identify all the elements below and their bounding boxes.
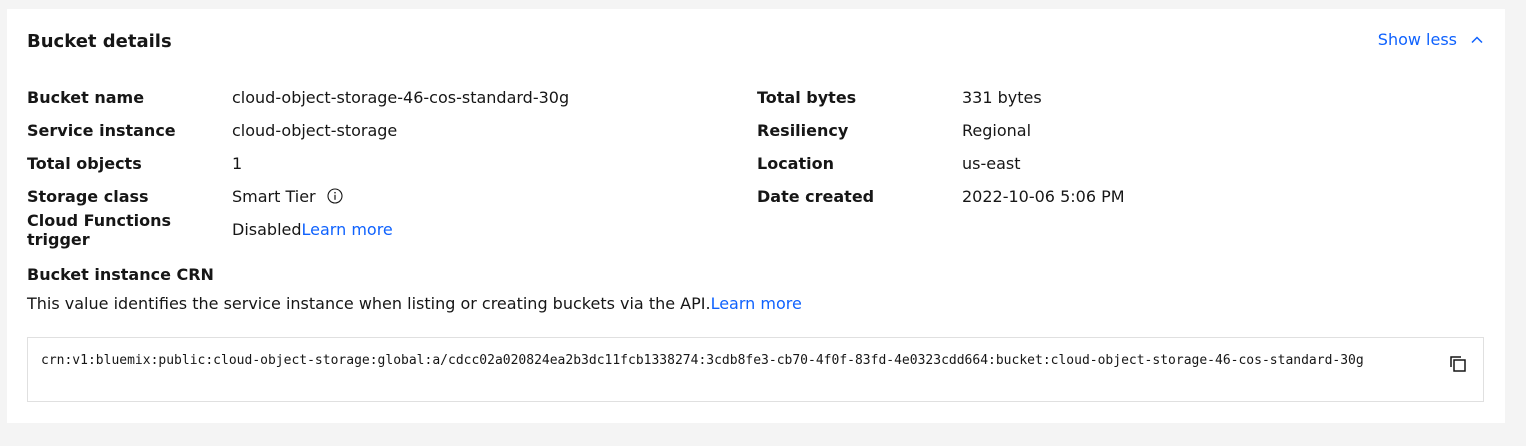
detail-row-resiliency: Resiliency Regional xyxy=(757,114,1125,147)
detail-row-date-created: Date created 2022-10-06 5:06 PM xyxy=(757,180,1125,213)
info-icon[interactable] xyxy=(327,188,343,204)
detail-value: 1 xyxy=(232,154,243,173)
chevron-up-icon[interactable] xyxy=(1469,32,1485,48)
crn-title: Bucket instance CRN xyxy=(27,265,214,284)
detail-value: cloud-object-storage xyxy=(232,121,398,140)
panel-title: Bucket details xyxy=(27,31,172,52)
detail-label: Location xyxy=(757,154,834,173)
detail-value: us-east xyxy=(962,154,1021,173)
detail-label: Total objects xyxy=(27,154,142,173)
trigger-learn-more-link[interactable]: Learn more xyxy=(302,220,393,239)
detail-row-service-instance: Service instance cloud-object-storage xyxy=(27,114,569,147)
detail-value: Smart Tier xyxy=(232,187,343,206)
storage-class-value: Smart Tier xyxy=(232,187,316,206)
copy-icon[interactable] xyxy=(1448,354,1468,374)
detail-value: 331 bytes xyxy=(962,88,1042,107)
crn-code-snippet: crn:v1:bluemix:public:cloud-object-stora… xyxy=(27,337,1484,402)
detail-value: cloud-object-storage-46-cos-standard-30g xyxy=(232,88,570,107)
crn-description-text: This value identifies the service instan… xyxy=(27,294,711,313)
detail-label: Cloud Functions trigger xyxy=(27,210,172,249)
details-right-column: Total bytes 331 bytes Resiliency Regiona… xyxy=(757,81,1125,213)
detail-row-location: Location us-east xyxy=(757,147,1125,180)
details-left-column: Bucket name cloud-object-storage-46-cos-… xyxy=(27,81,569,249)
detail-value: DisabledLearn more xyxy=(232,220,393,239)
detail-value: Regional xyxy=(962,121,1032,140)
detail-label: Storage class xyxy=(27,187,149,206)
show-less-label[interactable]: Show less xyxy=(1378,30,1457,49)
crn-description: This value identifies the service instan… xyxy=(27,294,802,313)
detail-row-total-bytes: Total bytes 331 bytes xyxy=(757,81,1125,114)
detail-label: Resiliency xyxy=(757,121,849,140)
detail-label: Total bytes xyxy=(757,88,857,107)
detail-label: Bucket name xyxy=(27,88,145,107)
detail-row-storage-class: Storage class Smart Tier xyxy=(27,180,569,213)
detail-row-cloud-functions-trigger: Cloud Functions trigger DisabledLearn mo… xyxy=(27,210,569,249)
detail-row-total-objects: Total objects 1 xyxy=(27,147,569,180)
detail-value: 2022-10-06 5:06 PM xyxy=(962,187,1125,206)
detail-row-bucket-name: Bucket name cloud-object-storage-46-cos-… xyxy=(27,81,569,114)
show-less-toggle[interactable]: Show less xyxy=(1378,30,1485,49)
bucket-details-panel: Bucket details Show less Bucket name clo… xyxy=(7,9,1505,423)
detail-label: Service instance xyxy=(27,121,176,140)
crn-learn-more-link[interactable]: Learn more xyxy=(711,294,802,313)
crn-value[interactable]: crn:v1:bluemix:public:cloud-object-stora… xyxy=(41,351,1421,370)
trigger-status: Disabled xyxy=(232,220,302,239)
detail-label: Date created xyxy=(757,187,875,206)
